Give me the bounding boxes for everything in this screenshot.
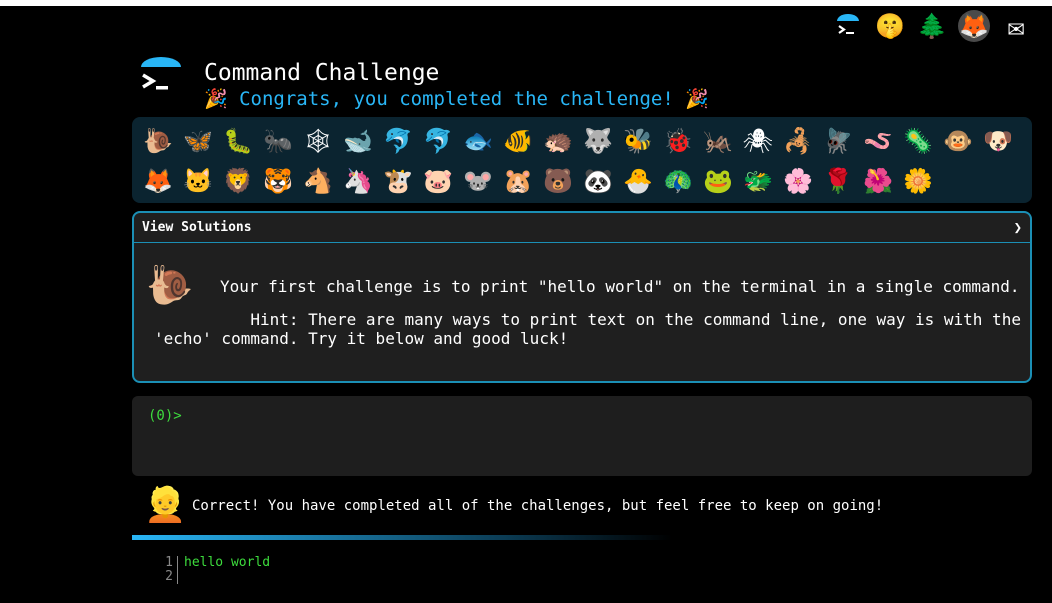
challenge-icon[interactable]: 🪰: [818, 121, 858, 161]
challenge-icon[interactable]: 🦄: [338, 161, 378, 201]
challenge-icon[interactable]: 🐼: [578, 161, 618, 201]
challenge-icon[interactable]: 🐬: [378, 121, 418, 161]
line-content: [178, 570, 184, 584]
logo-icon: [139, 55, 183, 99]
challenge-icon[interactable]: 🦊: [138, 161, 178, 201]
challenge-icon[interactable]: 🐺: [578, 121, 618, 161]
output-line: 2: [160, 570, 270, 584]
challenge-icon[interactable]: 🕷: [738, 121, 778, 161]
line-content: hello world: [184, 555, 271, 570]
challenge-icon[interactable]: 🐲: [738, 161, 778, 201]
challenge-icon[interactable]: 🦔: [538, 121, 578, 161]
challenge-icon[interactable]: 🐬: [418, 121, 458, 161]
challenge-icon[interactable]: 🐻: [538, 161, 578, 201]
challenge-icon[interactable]: 🐭: [458, 161, 498, 201]
challenge-icon[interactable]: 🐷: [418, 161, 458, 201]
tree-icon[interactable]: 🌲: [916, 10, 948, 42]
challenge-icon[interactable]: 🐋: [338, 121, 378, 161]
challenge-icon[interactable]: 🐵: [938, 121, 978, 161]
terminal-input[interactable]: (0)>: [132, 396, 1032, 476]
challenge-icon[interactable]: 🐱: [178, 161, 218, 201]
challenge-icon[interactable]: 🐌: [138, 121, 178, 161]
top-strip: [0, 0, 1052, 6]
challenge-icon[interactable]: 🦂: [778, 121, 818, 161]
challenge-icon[interactable]: 🌺: [858, 161, 898, 201]
line-number: 2: [160, 570, 178, 584]
challenge-icon[interactable]: 🐛: [218, 121, 258, 161]
challenge-icon[interactable]: 🐟: [458, 121, 498, 161]
challenge-icon[interactable]: 🦁: [218, 161, 258, 201]
challenge-icon[interactable]: 🐹: [498, 161, 538, 201]
mail-icon[interactable]: ✉: [1000, 10, 1032, 43]
challenge-icon[interactable]: 🦗: [698, 121, 738, 161]
congrats-subtitle: 🎉 Congrats, you completed the challenge!…: [204, 88, 709, 110]
challenge-icon[interactable]: 🐸: [698, 161, 738, 201]
avatar-icon: 👱: [144, 485, 187, 525]
challenge-icon[interactable]: 🌼: [898, 161, 938, 201]
challenge-icon[interactable]: 🦚: [658, 161, 698, 201]
challenge-icon[interactable]: 🐴: [298, 161, 338, 201]
challenge-panel: View Solutions ❯ 🐌 Your first challenge …: [132, 211, 1032, 383]
challenge-icon[interactable]: 🌸: [778, 161, 818, 201]
page-title: Command Challenge: [204, 60, 440, 86]
challenge-icon[interactable]: 🦋: [178, 121, 218, 161]
challenge-icon[interactable]: 🐶: [978, 121, 1018, 161]
view-solutions-label: View Solutions: [142, 220, 252, 235]
challenge-icon[interactable]: 🐜: [258, 121, 298, 161]
terminal-logo-icon[interactable]: [832, 10, 864, 42]
line-number: 1: [160, 556, 178, 570]
divider: [132, 535, 672, 540]
feedback-message: Correct! You have completed all of the c…: [192, 498, 884, 514]
shushing-face-icon[interactable]: 🤫: [874, 10, 906, 42]
challenge-icon[interactable]: 🐮: [378, 161, 418, 201]
chevron-right-icon: ❯: [1013, 219, 1022, 236]
challenge-icon[interactable]: 🐞: [658, 121, 698, 161]
top-icon-bar: 🤫 🌲 🦊 ✉: [832, 10, 1032, 43]
output-panel: 1 hello world 2: [160, 556, 270, 584]
challenge-icon[interactable]: 🦠: [898, 121, 938, 161]
gitlab-icon[interactable]: 🦊: [958, 10, 990, 42]
challenge-icon[interactable]: 🌹: [818, 161, 858, 201]
snail-icon: 🐌: [146, 263, 194, 307]
view-solutions-toggle[interactable]: View Solutions ❯: [134, 213, 1030, 243]
challenge-icon[interactable]: 🐣: [618, 161, 658, 201]
challenge-icon[interactable]: 🐯: [258, 161, 298, 201]
challenge-icon[interactable]: 🐠: [498, 121, 538, 161]
challenge-description: Your first challenge is to print "hello …: [220, 277, 1020, 296]
challenge-icon[interactable]: 🕸: [298, 121, 338, 161]
challenge-hint: Hint: There are many ways to print text …: [154, 310, 1021, 348]
challenge-icon[interactable]: 🐝: [618, 121, 658, 161]
output-line: 1 hello world: [160, 556, 270, 570]
challenge-icon[interactable]: 🪱: [858, 121, 898, 161]
terminal-prompt: (0)>: [148, 408, 182, 424]
challenge-grid: 🐌 🦋 🐛 🐜 🕸 🐋 🐬 🐬 🐟 🐠 🦔 🐺 🐝 🐞 🦗 🕷 🦂 🪰 🪱 🦠 🐵 🐶 🦊 🐱 🦁 🐯 🐴 🦄 🐮 🐷 🐭 🐹 🐻 🐼 🐣 🦚 🐸 🐲 🌸 🌹…: [132, 117, 1032, 203]
